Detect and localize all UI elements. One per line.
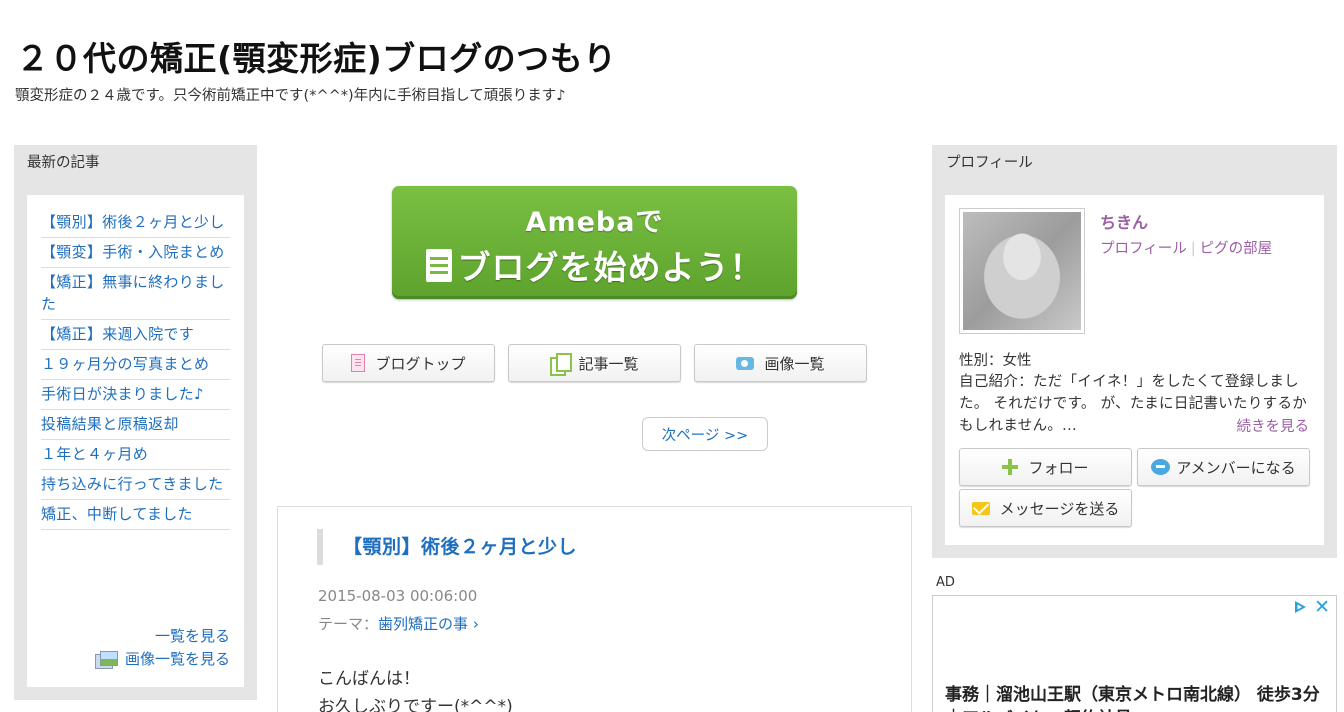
more-articles-label: 一覧を見る	[154, 627, 230, 645]
send-message-label: メッセージを送る	[999, 499, 1120, 518]
pigg-room-link[interactable]: ピグの部屋	[1200, 241, 1273, 257]
image-list-icon	[94, 650, 118, 669]
article-title[interactable]: 【顎別】術後２ヶ月と少し	[317, 529, 577, 565]
next-page-button[interactable]: 次ページ >>	[642, 417, 768, 451]
banner-line-2: ブログを始めよう！	[457, 248, 764, 287]
follow-button[interactable]: フォロー	[959, 448, 1132, 486]
image-list-label: 画像一覧	[764, 354, 825, 373]
recent-articles-body: 【顎別】術後２ヶ月と少し 【顎変】手術・入院まとめ 【矯正】無事に終わりました …	[27, 195, 244, 687]
close-icon[interactable]: ✕	[1314, 598, 1330, 617]
start-blog-banner[interactable]: Amebaで ブログを始めよう！	[392, 186, 797, 299]
article-body: こんばんは！ お久しぶりですー(*^^*)	[318, 665, 513, 712]
recent-article-link[interactable]: 手術日が決まりました♪	[41, 380, 230, 410]
recent-articles-heading: 最新の記事	[27, 155, 100, 171]
mail-icon	[971, 501, 990, 515]
article-body-line: こんばんは！	[318, 669, 420, 689]
amember-label: アメンバーになる	[1176, 458, 1296, 477]
more-images-label: 画像一覧を見る	[124, 650, 230, 668]
chevron-right-icon: ›	[472, 615, 479, 633]
avatar-image	[963, 212, 1081, 330]
banner-line-1: Amebaで	[525, 207, 664, 238]
blog-title[interactable]: ２０代の矯正(顎変形症)ブログのつもり	[16, 32, 617, 80]
profile-link[interactable]: プロフィール	[1100, 241, 1187, 257]
follow-label: フォロー	[1028, 458, 1089, 477]
blog-top-label: ブログトップ	[375, 354, 466, 373]
ad-choices-icon[interactable]	[1292, 599, 1308, 615]
recent-article-link[interactable]: 【顎変】手術・入院まとめ	[41, 238, 230, 268]
profile-sex: 性別：女性	[959, 353, 1032, 369]
recent-articles-panel: 最新の記事 【顎別】術後２ヶ月と少し 【顎変】手術・入院まとめ 【矯正】無事に終…	[14, 145, 257, 700]
profile-panel: プロフィール ちきん プロフィール | ピグの部屋 性別：女性 自己紹介：ただ「イイ…	[932, 145, 1337, 558]
ad-label: AD	[936, 575, 955, 590]
recent-article-link[interactable]: １年と４ヶ月め	[41, 440, 230, 470]
profile-body: ちきん プロフィール | ピグの部屋 性別：女性 自己紹介：ただ「イイネ！」をしたく…	[945, 195, 1324, 545]
recent-article-link[interactable]: 【顎別】術後２ヶ月と少し	[41, 208, 230, 238]
document-icon	[351, 354, 366, 372]
article-theme-row: テーマ：歯列矯正の事 ›	[318, 613, 479, 634]
blog-description: 顎変形症の２４歳です。只今術前矯正中です(*^^*)年内に手術目指して頑張ります…	[15, 88, 566, 104]
image-list-button[interactable]: 画像一覧	[694, 344, 867, 382]
article-list-button[interactable]: 記事一覧	[508, 344, 681, 382]
more-articles-link[interactable]: 一覧を見る	[155, 625, 230, 646]
link-separator: |	[1190, 241, 1196, 257]
recent-article-link[interactable]: １９ヶ月分の写真まとめ	[41, 350, 230, 380]
send-message-button[interactable]: メッセージを送る	[959, 489, 1132, 527]
chat-icon	[1151, 459, 1171, 475]
article-date: 2015-08-03 00:06:00	[318, 587, 478, 605]
recent-articles-list: 【顎別】術後２ヶ月と少し 【顎変】手術・入院まとめ 【矯正】無事に終わりました …	[41, 208, 230, 530]
more-images-link[interactable]: 画像一覧を見る	[94, 648, 230, 669]
amember-button[interactable]: アメンバーになる	[1137, 448, 1310, 486]
recent-article-link[interactable]: 投稿結果と原稿返却	[41, 410, 230, 440]
copy-icon	[550, 353, 573, 376]
profile-read-more-link[interactable]: 続きを見る	[1236, 415, 1309, 436]
avatar[interactable]	[959, 208, 1085, 334]
profile-links: プロフィール | ピグの部屋	[1100, 237, 1272, 258]
notebook-icon	[425, 248, 452, 282]
ad-headline[interactable]: 事務｜溜池山王駅（東京メトロ南北線） 徒歩3分｜アルバイト・契約社員	[945, 683, 1330, 712]
ad-unit[interactable]: ✕ 事務｜溜池山王駅（東京メトロ南北線） 徒歩3分｜アルバイト・契約社員	[932, 595, 1337, 712]
article-card: 【顎別】術後２ヶ月と少し 2015-08-03 00:06:00 テーマ：歯列矯…	[277, 506, 912, 712]
article-list-label: 記事一覧	[578, 354, 639, 373]
recent-article-link[interactable]: 【矯正】来週入院です	[41, 320, 230, 350]
blog-top-button[interactable]: ブログトップ	[322, 344, 495, 382]
recent-article-link[interactable]: 持ち込みに行ってきました	[41, 470, 230, 500]
plus-icon	[1002, 459, 1019, 475]
article-body-line: お久しぶりですー(*^^*)	[318, 697, 513, 712]
article-theme-link[interactable]: 歯列矯正の事 ›	[378, 615, 479, 633]
article-theme-label: テーマ：	[318, 615, 379, 633]
article-theme-name: 歯列矯正の事	[378, 615, 469, 633]
profile-heading: プロフィール	[946, 155, 1033, 171]
recent-article-link[interactable]: 【矯正】無事に終わりました	[41, 268, 230, 320]
profile-name[interactable]: ちきん	[1100, 209, 1148, 233]
recent-article-link[interactable]: 矯正、中断してました	[41, 500, 230, 530]
banner-line-2-row: ブログを始めよう！	[392, 241, 797, 289]
camera-icon	[736, 356, 755, 370]
